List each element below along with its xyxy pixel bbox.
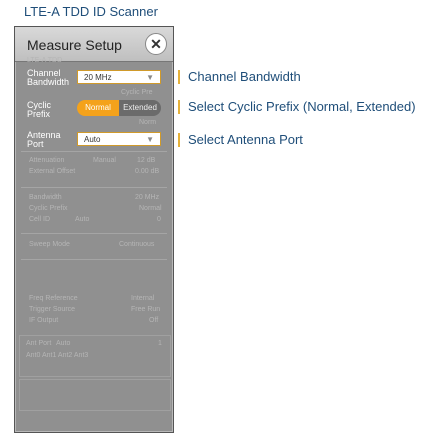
- cyclic-prefix-toggle[interactable]: Normal Extended: [77, 100, 161, 116]
- faint-row-value: Free Run: [131, 306, 161, 313]
- cyclic-prefix-faint-below: Norm: [139, 119, 157, 126]
- faint-row-label: External Offset: [29, 168, 76, 175]
- faint-row-label: Ant Port: [26, 340, 52, 347]
- antenna-symbols: Ant0 Ant1 Ant2 Ant3: [26, 352, 89, 359]
- channel-bandwidth-select[interactable]: 20 MHz ▼: [77, 70, 161, 84]
- header-faint-text: LTE-A TDD: [27, 57, 63, 64]
- faint-row-mid: Auto: [75, 216, 90, 223]
- faint-row-label: Cell ID: [29, 216, 51, 223]
- chevron-down-icon: ▼: [146, 73, 154, 82]
- faint-row-value: 0.00 dB: [135, 168, 160, 175]
- cyclic-prefix-faint-above: Cyclic Pre: [121, 89, 153, 96]
- divider: [21, 151, 167, 152]
- faint-row-mid: Manual: [93, 157, 116, 164]
- divider: [21, 259, 167, 260]
- cyclic-prefix-label-line2: Prefix: [27, 109, 51, 119]
- faint-row-label: Bandwidth: [29, 194, 62, 201]
- antenna-port-label: Antenna Port: [27, 131, 61, 149]
- channel-bandwidth-label-line2: Bandwidth: [27, 77, 70, 87]
- measure-setup-panel: Measure Setup ✕ LTE-A TDD Channel Bandwi…: [14, 26, 174, 433]
- faint-row-value: 12 dB: [137, 157, 156, 164]
- callout-antenna-port: Select Antenna Port: [188, 132, 303, 147]
- chevron-down-icon: ▼: [146, 135, 154, 144]
- callout-bracket: [178, 100, 180, 114]
- antenna-port-info-box: Ant Port Auto 1 Ant0 Ant1 Ant2 Ant3: [19, 335, 171, 377]
- faint-row-label: Freq Reference: [29, 295, 78, 302]
- close-icon[interactable]: ✕: [145, 33, 167, 55]
- callout-bracket: [178, 133, 180, 147]
- panel-title: Measure Setup: [27, 37, 122, 53]
- faint-row-value: 20 MHz: [135, 194, 160, 201]
- divider: [21, 233, 167, 234]
- faint-row-label: Trigger Source: [29, 306, 76, 313]
- antenna-port-label-line2: Port: [27, 139, 44, 149]
- channel-bandwidth-value: 20 MHz: [84, 73, 112, 82]
- channel-bandwidth-label: Channel Bandwidth: [27, 69, 69, 87]
- faint-row-value: 1: [158, 340, 162, 347]
- faint-row-value: Internal: [131, 295, 155, 302]
- empty-info-box: [19, 379, 171, 411]
- faint-row-label: Sweep Mode: [29, 241, 70, 248]
- divider: [21, 187, 167, 188]
- faint-row-value: Off: [149, 317, 159, 324]
- callout-channel-bandwidth: Channel Bandwidth: [188, 69, 301, 84]
- callout-bracket: [178, 70, 180, 84]
- faint-row-mid: Auto: [56, 340, 71, 347]
- faint-row-label: Attenuation: [29, 157, 65, 164]
- faint-row-value: Normal: [139, 205, 162, 212]
- antenna-port-select[interactable]: Auto ▼: [77, 132, 161, 146]
- cyclic-prefix-normal-option[interactable]: Normal: [77, 100, 119, 116]
- faint-row-label: Cyclic Prefix: [29, 205, 68, 212]
- cyclic-prefix-extended-option[interactable]: Extended: [119, 100, 161, 116]
- callout-cyclic-prefix: Select Cyclic Prefix (Normal, Extended): [188, 99, 416, 114]
- faint-row-label: IF Output: [29, 317, 59, 324]
- antenna-port-value: Auto: [84, 135, 101, 144]
- faint-row-value: Continuous: [119, 241, 155, 248]
- faint-row-value: 0: [157, 216, 161, 223]
- app-title: LTE-A TDD ID Scanner: [24, 4, 158, 19]
- cyclic-prefix-label: Cyclic Prefix: [27, 101, 51, 119]
